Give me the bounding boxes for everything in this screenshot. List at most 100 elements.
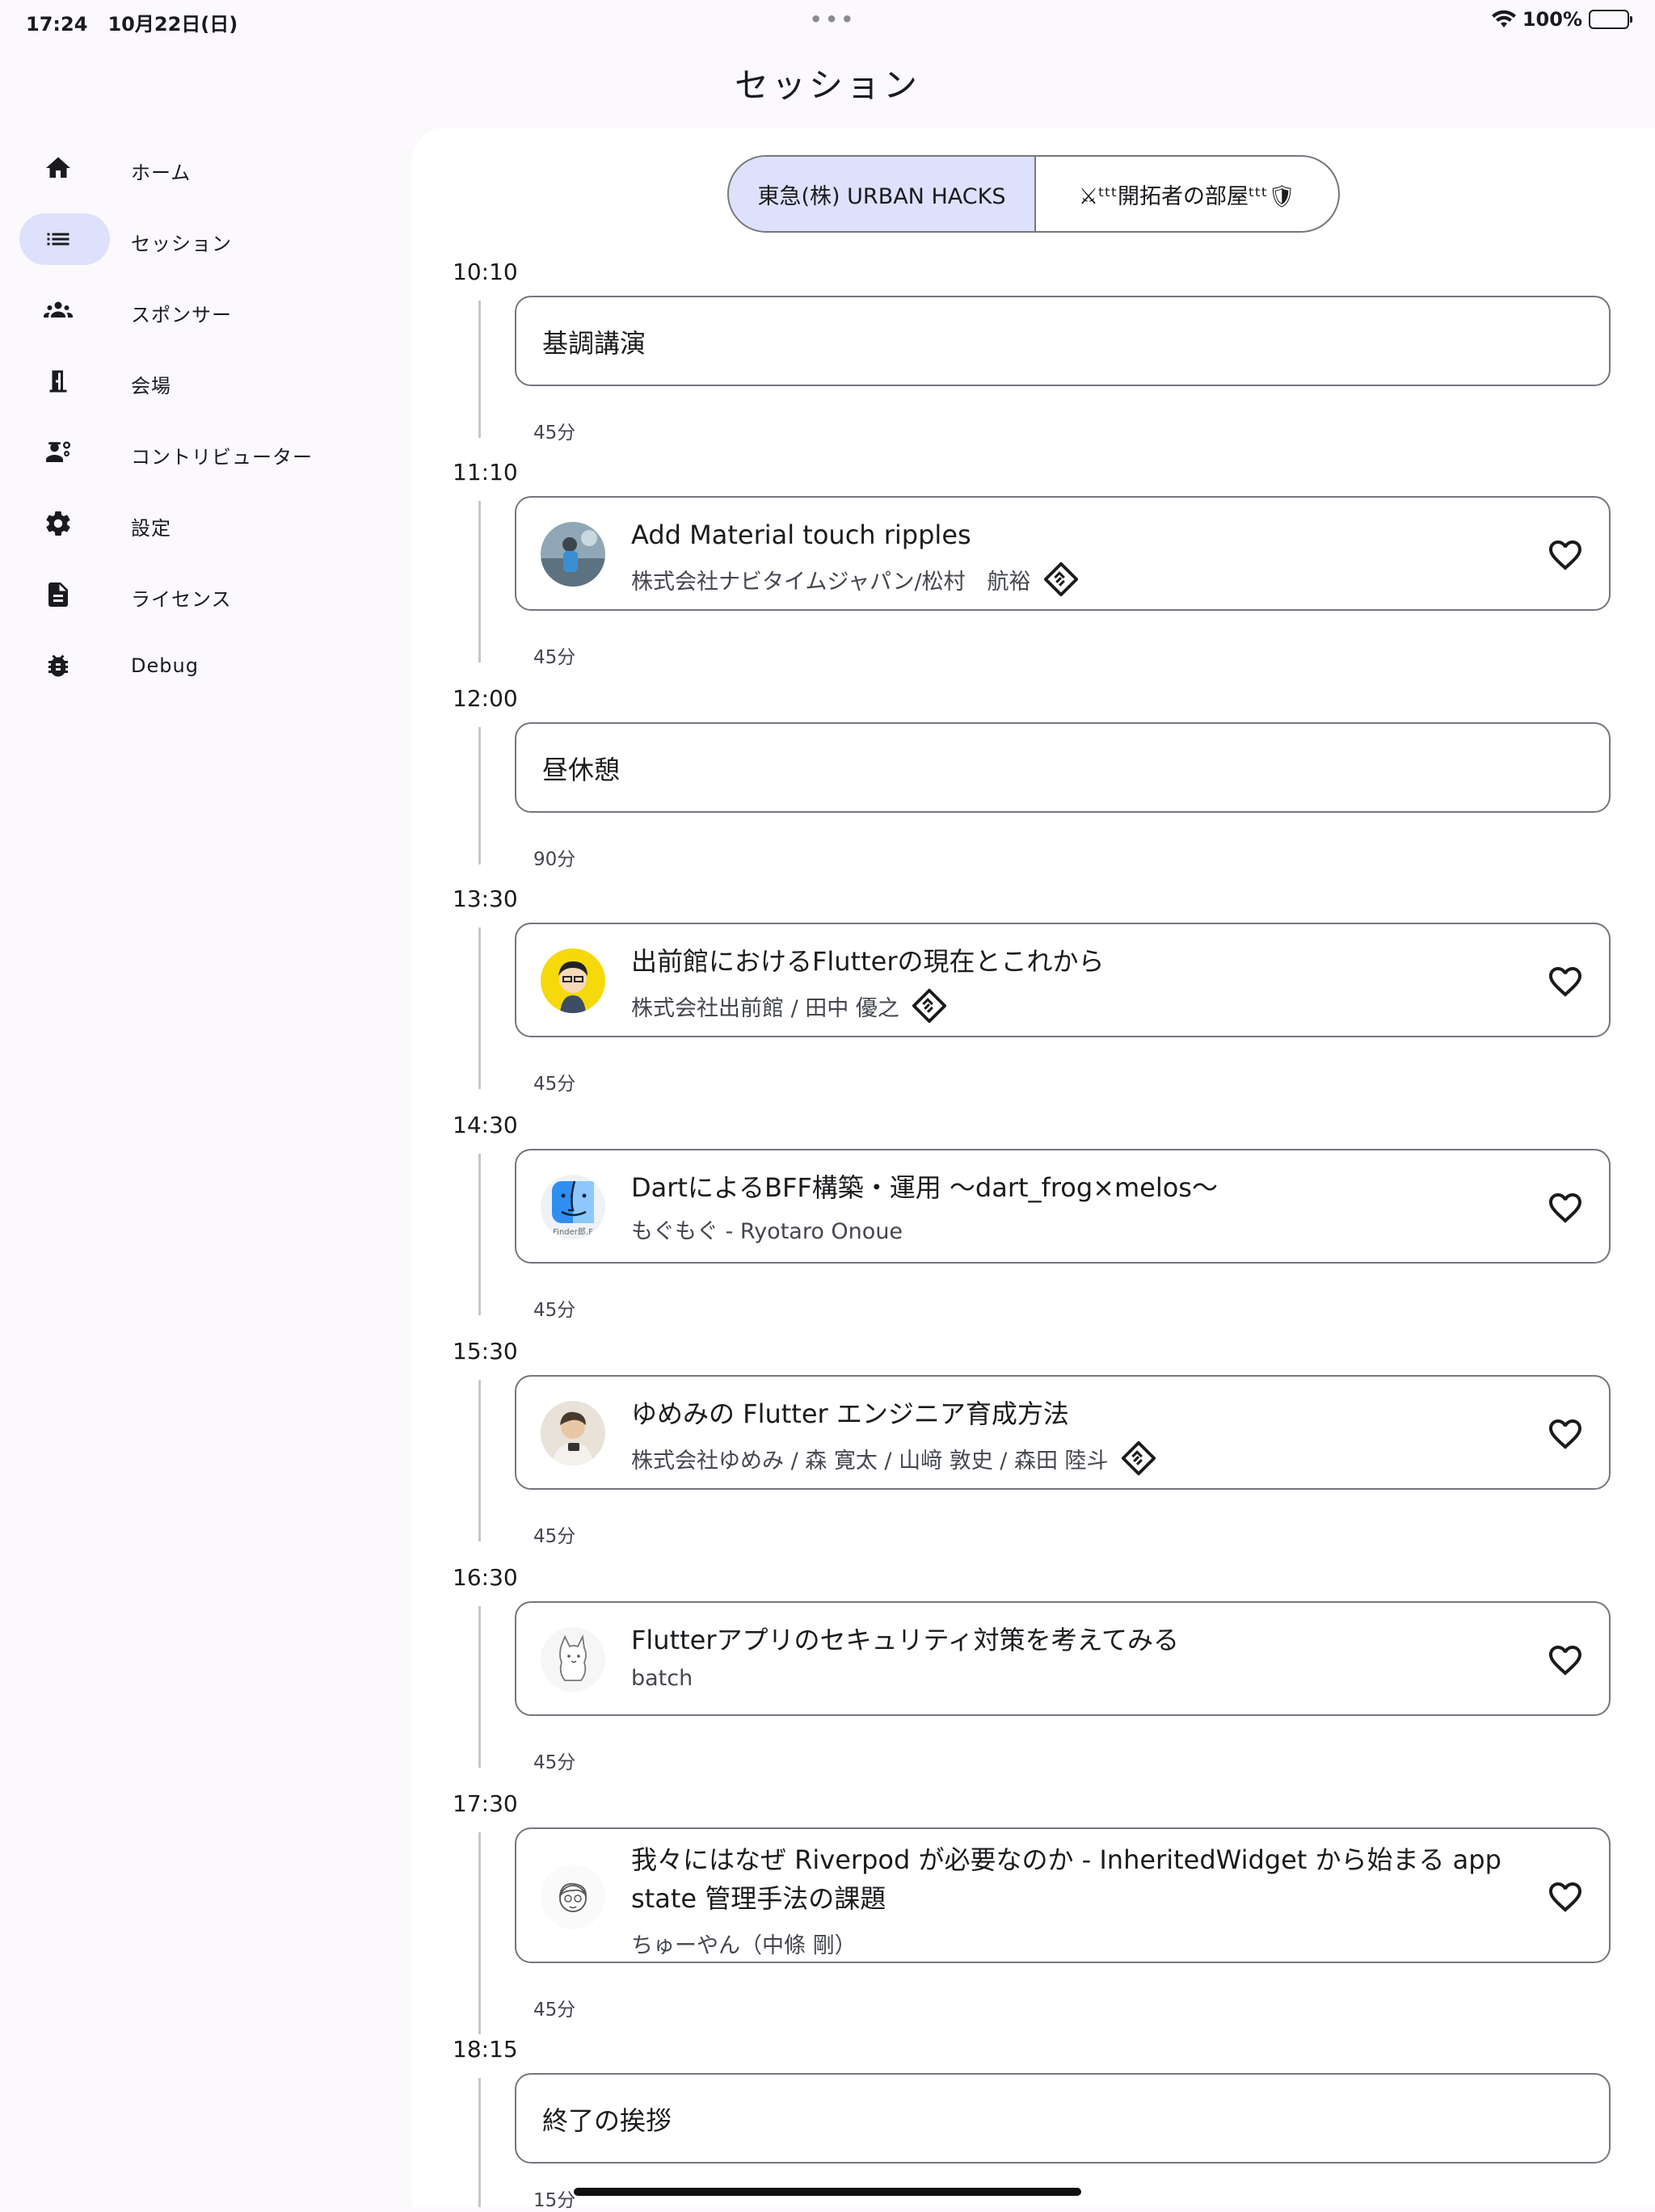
timeline-line: [478, 927, 481, 1089]
favorite-icon[interactable]: [1546, 1641, 1585, 1680]
session-card[interactable]: Flutterアプリのセキュリティ対策を考えてみる batch: [515, 1601, 1611, 1716]
status-time: 17:24 10月22日(日): [26, 8, 238, 36]
session-duration: 90分: [533, 849, 576, 870]
session-title: 基調講演: [542, 328, 646, 359]
session-title: Flutterアプリのセキュリティ対策を考えてみる: [631, 1625, 1179, 1655]
sidebar-item-settings[interactable]: 設定: [0, 498, 412, 549]
room-tab-urban-hacks[interactable]: 東急(株) URBAN HACKS: [729, 157, 1034, 231]
timeline-line: [478, 727, 481, 864]
session-title-line: 我々にはなぜ Riverpod が必要なのか - InheritedWidget…: [631, 1844, 1501, 1875]
timeline-line: [478, 501, 481, 662]
home-indicator[interactable]: [574, 2188, 1081, 2196]
timeline-line: [478, 301, 481, 438]
battery-percent: 100%: [1522, 8, 1582, 31]
session-list-panel[interactable]: 東急(株) URBAN HACKS ⚔︎ᵗᵗᵗ開拓者の部屋ᵗᵗᵗ🛡 10:10 …: [412, 128, 1655, 2211]
session-card[interactable]: 出前館におけるFlutterの現在とこれから 株式会社出前館 / 田中 優之: [515, 923, 1611, 1037]
session-speaker: ちゅーやん（中條 剛）: [631, 1928, 857, 1959]
sidebar-item-label: 会場: [131, 375, 171, 397]
session-card[interactable]: Add Material touch ripples 株式会社ナビタイムジャパン…: [515, 496, 1611, 611]
speaker-name: もぐもぐ - Ryotaro Onoue: [631, 1219, 903, 1244]
sidebar-item-label: 設定: [131, 517, 171, 540]
session-card[interactable]: 基調講演: [515, 296, 1611, 386]
page-title: セッション: [734, 65, 920, 105]
svg-text:Finder郎.F: Finder郎.F: [553, 1226, 593, 1237]
sidebar-item-debug[interactable]: Debug: [0, 640, 412, 692]
session-duration: 45分: [533, 1752, 576, 1773]
avatar: [541, 1865, 605, 1929]
slot-time: 17:30: [453, 1790, 518, 1817]
session-duration: 15分: [533, 2190, 576, 2211]
slot-time: 11:10: [453, 459, 518, 486]
session-duration: 45分: [533, 423, 576, 444]
status-bar: 17:24 10月22日(日) ••• 100%: [0, 0, 1655, 39]
sidebar-item-home[interactable]: ホーム: [0, 142, 412, 194]
group-icon: [44, 296, 73, 325]
timeline-line: [478, 2078, 481, 2207]
favorite-icon[interactable]: [1546, 1415, 1585, 1453]
session-title: Add Material touch ripples: [631, 519, 971, 550]
session-duration: 45分: [533, 2000, 576, 2021]
session-speaker: 株式会社ナビタイムジャパン/松村 航裕: [631, 561, 1080, 598]
sidebar-item-sessions[interactable]: セッション: [0, 213, 412, 265]
session-title: ゆめみの Flutter エンジニア育成方法: [631, 1398, 1069, 1429]
favorite-icon[interactable]: [1546, 962, 1585, 1001]
home-icon: [44, 153, 73, 183]
session-speaker: もぐもぐ - Ryotaro Onoue: [631, 1213, 903, 1245]
battery-icon: [1589, 10, 1632, 29]
room-tab-label: 東急(株) URBAN HACKS: [757, 183, 1006, 209]
favorite-icon[interactable]: [1546, 1188, 1585, 1227]
sidebar-item-sponsors[interactable]: スポンサー: [0, 284, 412, 336]
session-duration: 45分: [533, 1300, 576, 1321]
speaker-name: 株式会社ナビタイムジャパン/松村 航裕: [631, 569, 1031, 595]
sidebar-item-label: セッション: [131, 233, 232, 255]
session-card[interactable]: ゆめみの Flutter エンジニア育成方法 株式会社ゆめみ / 森 寛太 / …: [515, 1375, 1611, 1490]
session-speaker: 株式会社ゆめみ / 森 寛太 / 山﨑 敦史 / 森田 陸斗: [631, 1440, 1157, 1477]
sidebar-item-label: Debug: [131, 654, 199, 677]
avatar: [541, 1401, 605, 1466]
session-speaker: batch: [631, 1666, 693, 1691]
gear-icon: [44, 509, 73, 538]
slot-time: 18:15: [453, 2036, 518, 2063]
speaker-name: ちゅーやん（中條 剛）: [631, 1933, 857, 1958]
sidebar-item-license[interactable]: ライセンス: [0, 569, 412, 620]
sidebar-item-label: コントリビューター: [131, 446, 313, 469]
clock: 17:24: [26, 13, 88, 36]
session-card[interactable]: 我々にはなぜ Riverpod が必要なのか - InheritedWidget…: [515, 1827, 1611, 1963]
room-tab-label: ⚔︎ᵗᵗᵗ開拓者の部屋ᵗᵗᵗ🛡: [1078, 183, 1296, 209]
session-speaker: 株式会社出前館 / 田中 優之: [631, 987, 948, 1024]
speaker-name: 株式会社ゆめみ / 森 寛太 / 山﨑 敦史 / 森田 陸斗: [631, 1448, 1109, 1474]
session-card[interactable]: Finder郎.F DartによるBFF構築・運用 〜dart_frog×mel…: [515, 1149, 1611, 1264]
speaker-name: 株式会社出前館 / 田中 優之: [631, 995, 899, 1021]
session-card[interactable]: 終了の挨拶: [515, 2073, 1611, 2164]
session-title: 終了の挨拶: [542, 2105, 672, 2136]
slot-time: 16:30: [453, 1564, 518, 1591]
sidebar-item-contributors[interactable]: コントリビューター: [0, 427, 412, 478]
navigation-rail: ホーム セッション スポンサー 会場 コントリビューター 設定 ライセンス De…: [0, 142, 412, 711]
room-tab-pioneers[interactable]: ⚔︎ᵗᵗᵗ開拓者の部屋ᵗᵗᵗ🛡: [1034, 157, 1338, 231]
handshake-icon: [912, 988, 946, 1024]
avatar: Finder郎.F: [541, 1175, 605, 1239]
sidebar-item-venue[interactable]: 会場: [0, 355, 412, 407]
timeline-line: [478, 1380, 481, 1541]
slot-time: 15:30: [453, 1338, 518, 1365]
avatar: [541, 1627, 605, 1692]
door-icon: [44, 367, 73, 396]
document-icon: [44, 580, 73, 609]
session-card[interactable]: 昼休憩: [515, 722, 1611, 813]
sidebar-item-label: ホーム: [131, 162, 192, 184]
favorite-icon[interactable]: [1546, 1878, 1585, 1916]
timeline-line: [478, 1154, 481, 1315]
avatar: [541, 522, 605, 587]
avatar: [541, 948, 605, 1013]
favorite-icon[interactable]: [1546, 536, 1585, 574]
session-duration: 45分: [533, 1074, 576, 1095]
multitasking-dots-icon[interactable]: •••: [810, 8, 857, 31]
room-selector: 東急(株) URBAN HACKS ⚔︎ᵗᵗᵗ開拓者の部屋ᵗᵗᵗ🛡: [727, 155, 1340, 233]
slot-time: 10:10: [453, 259, 518, 285]
list-icon: [44, 225, 73, 254]
status-indicators: 100%: [1491, 8, 1632, 31]
slot-time: 14:30: [453, 1112, 518, 1138]
sidebar-item-label: スポンサー: [131, 304, 232, 326]
bug-icon: [44, 651, 73, 680]
session-title: 我々にはなぜ Riverpod が必要なのか - InheritedWidget…: [631, 1840, 1520, 1918]
